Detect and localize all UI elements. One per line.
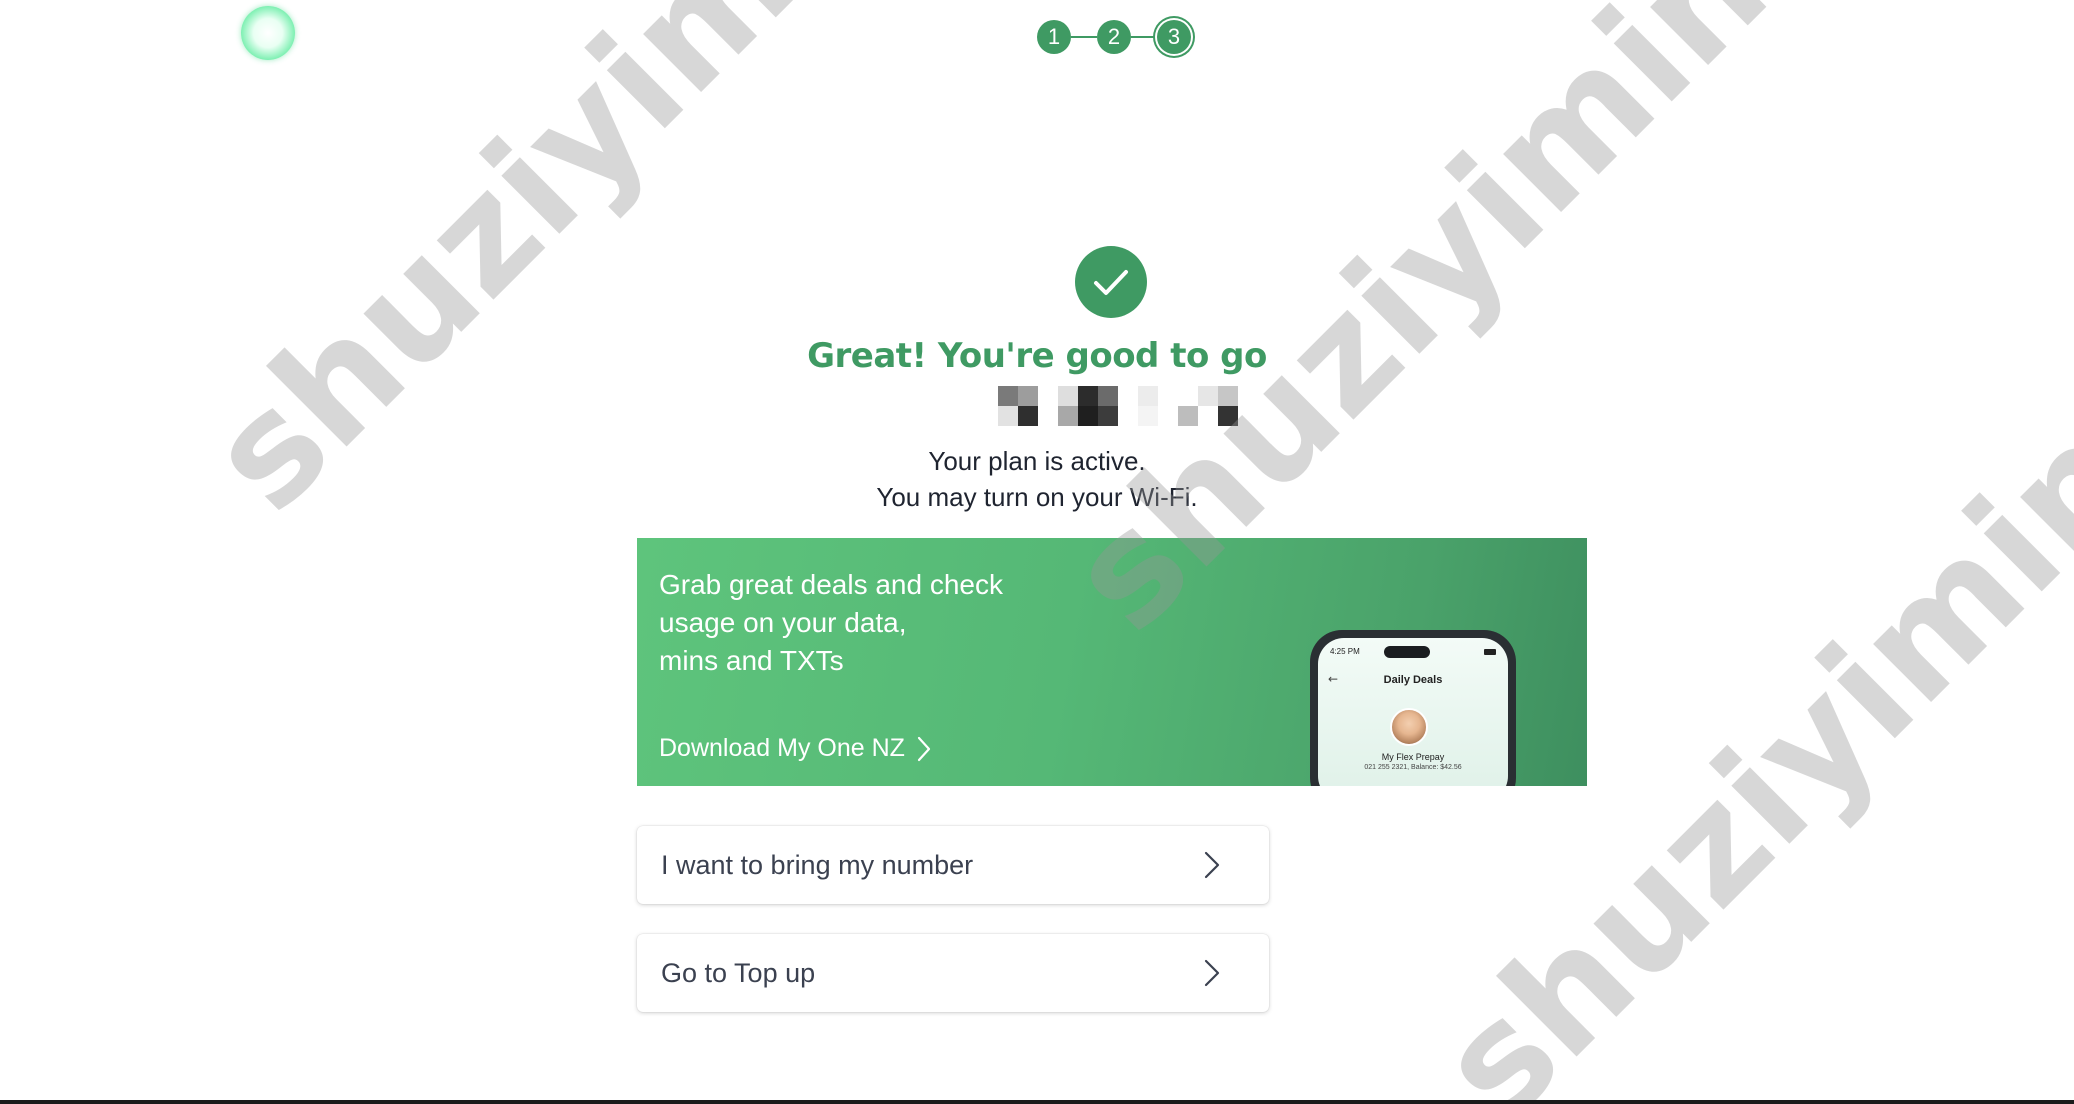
phone-plan-detail: 021 255 2321, Balance: $42.56 (1364, 764, 1462, 771)
promo-line: mins and TXTs (659, 645, 844, 676)
page-title: Great! You're good to go (807, 336, 1267, 376)
promo-text: Grab great deals and check usage on your… (659, 566, 1079, 680)
phone-plan-name: My Flex Prepay (1381, 752, 1445, 762)
phone-time: 4:25 PM (1330, 647, 1360, 656)
app-promo-banner[interactable]: Grab great deals and check usage on your… (637, 538, 1587, 786)
plan-status-text: Your plan is active. (928, 446, 1146, 476)
promo-line: Grab great deals and check (659, 569, 1003, 600)
bring-my-number-button[interactable]: I want to bring my number (637, 826, 1269, 904)
avatar (1390, 708, 1428, 746)
wifi-hint-text: You may turn on your Wi-Fi. (876, 482, 1198, 512)
stepper-connector (1131, 36, 1157, 38)
top-up-label: Go to Top up (661, 958, 816, 988)
promo-line: usage on your data, (659, 607, 907, 638)
step-3-current: 3 (1157, 20, 1191, 54)
stepper-connector (1071, 36, 1097, 38)
progress-stepper: 1 2 3 (1037, 20, 1193, 54)
download-app-link[interactable]: Download My One NZ (659, 734, 931, 763)
chevron-right-icon (1204, 851, 1220, 879)
phone-screen: 4:25 PM ← Daily Deals My Flex Prepay 021… (1318, 638, 1508, 786)
checkmark-icon (1075, 246, 1147, 318)
redacted-number (998, 386, 1240, 426)
chevron-right-icon (1204, 959, 1220, 987)
logo[interactable] (241, 6, 295, 60)
phone-screen-title: Daily Deals (1383, 674, 1443, 686)
step-2: 2 (1097, 20, 1131, 54)
top-up-button[interactable]: Go to Top up (637, 934, 1269, 1012)
download-app-label: Download My One NZ (659, 734, 905, 762)
battery-icon (1484, 649, 1496, 655)
bring-my-number-label: I want to bring my number (661, 850, 974, 880)
bottom-edge (0, 1100, 2074, 1104)
phone-mockup: 4:25 PM ← Daily Deals My Flex Prepay 021… (1310, 630, 1516, 786)
step-1: 1 (1037, 20, 1071, 54)
chevron-right-icon (917, 736, 931, 761)
phone-notch (1384, 646, 1430, 658)
